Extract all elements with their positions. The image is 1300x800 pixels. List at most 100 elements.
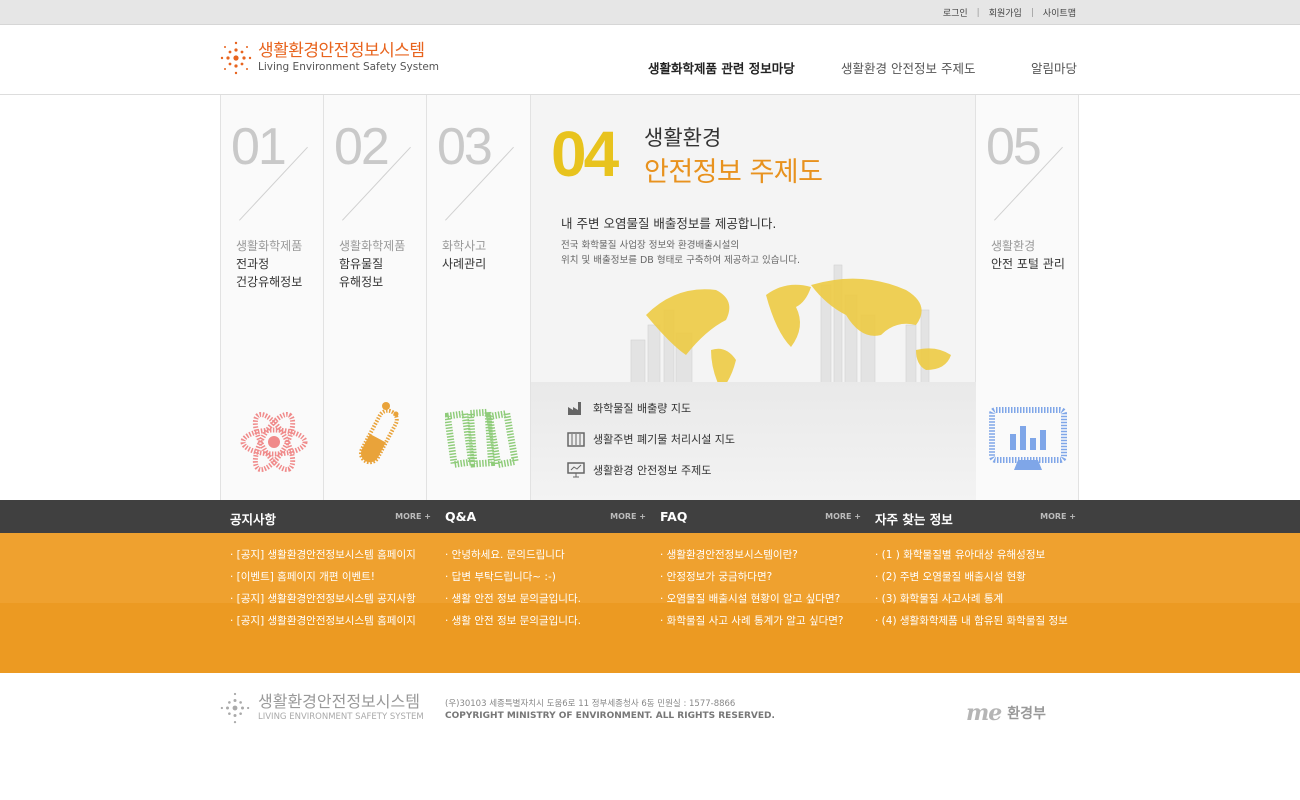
- board-list: · [공지] 생활환경안전정보시스템 홈페이지 · [이벤트] 홈페이지 개편 …: [230, 547, 416, 635]
- login-link[interactable]: 로그인: [943, 6, 968, 19]
- footer-logo-title: 생활환경안전정보시스템: [258, 692, 420, 711]
- list-item[interactable]: · 답변 부탁드립니다~ :-): [445, 569, 581, 591]
- card-title: 사례관리: [442, 255, 486, 273]
- footer-address: (우)30103 세종특별자치시 도움6로 11 정부세종청사 6동 민원실 :…: [445, 699, 736, 709]
- ministry-logo[interactable]: me 환경부: [966, 700, 1046, 726]
- emission-map-label: 화학물질 배출량 지도: [593, 402, 692, 415]
- card-category: 생활환경: [991, 239, 1036, 253]
- sitemap-link[interactable]: 사이트맵: [1043, 6, 1076, 19]
- more-button[interactable]: MORE +: [1040, 512, 1076, 521]
- main-visual: 01 생활화학제품 전과정 건강유해정보 02 생활화학제품 함유물질 유해정보: [220, 95, 1079, 500]
- list-item[interactable]: · 생활 안전 정보 문의글입니다.: [445, 613, 581, 635]
- list-item[interactable]: · 오염물질 배출시설 현황이 알고 싶다면?: [660, 591, 844, 613]
- featured-title-line1: 생활환경: [644, 126, 722, 150]
- card-number: 05: [986, 118, 1042, 176]
- more-button[interactable]: MORE +: [395, 512, 431, 521]
- menu-card-03[interactable]: 03 화학사고 사례관리: [427, 95, 531, 500]
- ministry-name: 환경부: [1007, 706, 1046, 722]
- list-item[interactable]: · 생활환경안전정보시스템이란?: [660, 547, 844, 569]
- footer-info: (우)30103 세종특별자치시 도움6로 11 정부세종청사 6동 민원실 :…: [445, 698, 775, 722]
- logo-dots-icon: [220, 692, 250, 724]
- board-title: 공지사항: [230, 512, 277, 527]
- card-title-line1: 사례관리: [442, 257, 487, 271]
- card-number: 03: [437, 118, 493, 176]
- card-title: 함유물질 유해정보: [339, 255, 383, 291]
- featured-number: 04: [551, 118, 619, 190]
- card-title-line2: 유해정보: [339, 275, 384, 289]
- card-category: 생활화학제품: [339, 239, 406, 253]
- list-item[interactable]: · (4) 생활화학제품 내 함유된 화학물질 정보: [875, 613, 1068, 635]
- list-item[interactable]: · (2) 주변 오염물질 배출시설 현황: [875, 569, 1068, 591]
- more-button[interactable]: MORE +: [610, 512, 646, 521]
- featured-links: 화학물질 배출량 지도 생활주변 폐기물 처리시설 지도 생활환경 안전정보 주…: [531, 382, 976, 500]
- featured-description: 내 주변 오염물질 배출정보를 제공합니다.: [561, 216, 777, 231]
- safety-map-link[interactable]: 생활환경 안전정보 주제도: [567, 462, 711, 478]
- signup-link[interactable]: 회원가입: [989, 6, 1022, 19]
- board-title: FAQ: [660, 509, 688, 524]
- logo-subtitle: Living Environment Safety System: [258, 61, 440, 73]
- featured-card-04[interactable]: 04 생활환경 안전정보 주제도 내 주변 오염물질 배출정보를 제공합니다. …: [531, 95, 976, 500]
- menu-card-01[interactable]: 01 생활화학제품 전과정 건강유해정보: [221, 95, 324, 500]
- footer-copyright: COPYRIGHT MINISTRY OF ENVIRONMENT. ALL R…: [445, 711, 775, 721]
- ministry-logo-mark: me: [966, 700, 1002, 726]
- test-tube-icon: [358, 402, 399, 465]
- menu-card-05[interactable]: 05 생활환경 안전 포털 관리: [976, 95, 1078, 500]
- card-title-line1: 안전 포털 관리: [991, 257, 1065, 271]
- waste-facility-map-link[interactable]: 생활주변 폐기물 처리시설 지도: [567, 431, 735, 447]
- logo-title: 생활환경안전정보시스템: [258, 41, 425, 61]
- featured-title-line2: 안전정보 주제도: [644, 157, 823, 188]
- nav-item-notice[interactable]: 알림마당: [1031, 58, 1077, 77]
- world-map-city-illustration: [630, 264, 951, 385]
- list-item[interactable]: · 안정정보가 궁금하다면?: [660, 569, 844, 591]
- list-item[interactable]: · [공지] 생활환경안전정보시스템 공지사항: [230, 591, 416, 613]
- waste-facility-map-label: 생활주변 폐기물 처리시설 지도: [593, 433, 736, 446]
- board-title: Q&A: [445, 509, 477, 524]
- list-item[interactable]: · 생활 안전 정보 문의글입니다.: [445, 591, 581, 613]
- utility-links: 로그인 | 회원가입 | 사이트맵: [943, 6, 1076, 20]
- board-list: · (1 ) 화학물질별 유아대상 유해성정보 · (2) 주변 오염물질 배출…: [875, 547, 1068, 635]
- board-list: · 생활환경안전정보시스템이란? · 안정정보가 궁금하다면? · 오염물질 배…: [660, 547, 844, 635]
- card-title: 안전 포털 관리: [991, 255, 1065, 273]
- card-title-line1: 전과정: [236, 257, 270, 271]
- card-category: 생활화학제품: [236, 239, 303, 253]
- footer: 생활환경안전정보시스템 LIVING ENVIRONMENT SAFETY SY…: [0, 673, 1300, 800]
- divider: |: [1030, 7, 1034, 18]
- main-nav: 생활화학제품 관련 정보마당 생활환경 안전정보 주제도 알림마당: [648, 58, 1078, 78]
- menu-card-02[interactable]: 02 생활화학제품 함유물질 유해정보: [324, 95, 427, 500]
- board-body: [0, 533, 1300, 673]
- header: 생활환경안전정보시스템 Living Environment Safety Sy…: [0, 25, 1300, 95]
- list-item[interactable]: · (3) 화학물질 사고사례 통계: [875, 591, 1068, 613]
- list-item[interactable]: · (1 ) 화학물질별 유아대상 유해성정보: [875, 547, 1068, 569]
- monitor-chart-icon: [989, 407, 1067, 470]
- nav-item-safety-map[interactable]: 생활환경 안전정보 주제도: [841, 58, 975, 77]
- list-item[interactable]: · 안녕하세요. 문의드립니다: [445, 547, 581, 569]
- board-list: · 안녕하세요. 문의드립니다 · 답변 부탁드립니다~ :-) · 생활 안전…: [445, 547, 581, 635]
- logo-dots-icon: [220, 41, 252, 75]
- documents-icon: [445, 408, 520, 469]
- card-category: 화학사고: [442, 239, 487, 253]
- more-button[interactable]: MORE +: [825, 512, 861, 521]
- emission-map-link[interactable]: 화학물질 배출량 지도: [567, 400, 691, 416]
- featured-subdescription-line1: 전국 화학물질 사업장 정보와 환경배출시설의: [561, 240, 740, 251]
- atom-icon: [240, 411, 308, 473]
- card-number: 02: [334, 118, 390, 176]
- presentation-icon: [567, 462, 585, 478]
- card-title-line1: 함유물질: [339, 257, 384, 271]
- building-icon: [567, 432, 585, 447]
- card-title-line2: 건강유해정보: [236, 275, 303, 289]
- safety-map-label: 생활환경 안전정보 주제도: [593, 464, 712, 477]
- list-item[interactable]: · [공지] 생활환경안전정보시스템 홈페이지: [230, 613, 416, 635]
- footer-logo-subtitle: LIVING ENVIRONMENT SAFETY SYSTEM: [258, 712, 424, 722]
- divider: |: [976, 7, 980, 18]
- footer-logo[interactable]: 생활환경안전정보시스템 LIVING ENVIRONMENT SAFETY SY…: [220, 691, 424, 725]
- factory-icon: [568, 402, 581, 415]
- list-item[interactable]: · 화학물질 사고 사례 통계가 알고 싶다면?: [660, 613, 844, 635]
- list-item[interactable]: · [공지] 생활환경안전정보시스템 홈페이지: [230, 547, 416, 569]
- list-item[interactable]: · [이벤트] 홈페이지 개편 이벤트!: [230, 569, 416, 591]
- site-logo[interactable]: 생활환경안전정보시스템 Living Environment Safety Sy…: [220, 40, 439, 76]
- board-title: 자주 찾는 정보: [875, 512, 953, 527]
- board-band: [0, 603, 1300, 673]
- card-number: 01: [231, 118, 287, 176]
- utility-bar: 로그인 | 회원가입 | 사이트맵: [0, 0, 1300, 25]
- nav-item-chemical-info[interactable]: 생활화학제품 관련 정보마당: [648, 58, 795, 77]
